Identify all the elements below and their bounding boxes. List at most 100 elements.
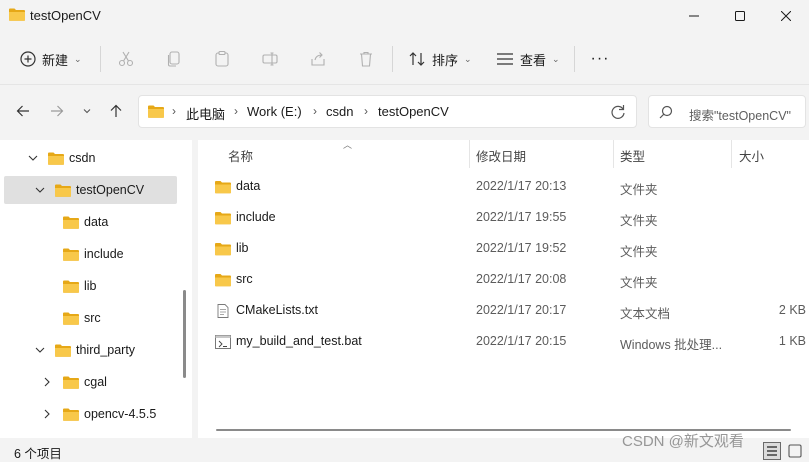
rename-button[interactable] xyxy=(258,47,282,71)
tree-item-testopencv[interactable]: testOpenCV xyxy=(4,176,177,204)
copy-button[interactable] xyxy=(162,47,186,71)
file-size: 1 KB xyxy=(778,334,806,348)
tiles-view-icon xyxy=(788,444,802,458)
command-bar: 新建 ⌄ 排序 ⌄ 查看 ⌄ ··· xyxy=(0,36,809,82)
batch-file-icon xyxy=(215,335,231,349)
navigation-pane: csdn testOpenCV data include lib src thi… xyxy=(0,140,192,438)
recent-locations-button[interactable] xyxy=(74,98,100,124)
file-date: 2022/1/17 20:17 xyxy=(476,303,567,317)
arrow-up-icon xyxy=(110,104,122,117)
divider xyxy=(574,46,575,72)
scissors-icon xyxy=(118,51,134,67)
column-header-size[interactable]: 大小 xyxy=(739,146,764,165)
folder-icon xyxy=(215,243,231,256)
search-icon xyxy=(659,105,673,119)
chevron-down-icon xyxy=(83,109,91,114)
column-header-date[interactable]: 修改日期 xyxy=(476,146,526,165)
share-icon xyxy=(311,52,325,66)
address-bar[interactable]: › 此电脑 › Work (E:) › csdn › testOpenCV xyxy=(138,95,637,128)
search-input[interactable]: 搜索"testOpenCV" xyxy=(648,95,806,128)
file-date: 2022/1/17 19:52 xyxy=(476,241,567,255)
tree-item-label: third_party xyxy=(76,343,136,357)
tree-item-label: csdn xyxy=(69,151,96,165)
chevron-right-icon: › xyxy=(172,104,176,118)
share-button[interactable] xyxy=(306,47,330,71)
folder-icon xyxy=(55,344,71,357)
folder-icon xyxy=(9,8,25,21)
table-row[interactable]: include 2022/1/17 19:55 文件夹 xyxy=(198,203,809,233)
column-header-name[interactable]: 名称 xyxy=(228,146,253,165)
breadcrumb-drive[interactable]: Work (E:) xyxy=(247,104,302,119)
minimize-button[interactable] xyxy=(671,0,717,32)
tree-item-src[interactable]: src xyxy=(4,304,177,332)
file-name: my_build_and_test.bat xyxy=(236,334,362,348)
table-row[interactable]: CMakeLists.txt 2022/1/17 20:17 文本文档 2 KB xyxy=(198,296,809,326)
chevron-down-icon xyxy=(35,347,45,353)
tree-item-lib[interactable]: lib xyxy=(4,272,177,300)
breadcrumb-testopencv[interactable]: testOpenCV xyxy=(378,104,449,119)
plus-circle-icon xyxy=(20,51,36,67)
cut-button[interactable] xyxy=(114,47,138,71)
file-date: 2022/1/17 20:08 xyxy=(476,272,567,286)
text-file-icon xyxy=(217,304,229,318)
tree-scrollbar[interactable] xyxy=(183,290,186,378)
file-size: 2 KB xyxy=(778,303,806,317)
maximize-button[interactable] xyxy=(717,0,763,32)
refresh-icon[interactable] xyxy=(609,103,627,121)
divider xyxy=(392,46,393,72)
up-button[interactable] xyxy=(103,98,129,124)
search-placeholder: 搜索"testOpenCV" xyxy=(689,109,791,123)
paste-button[interactable] xyxy=(210,47,234,71)
column-divider[interactable] xyxy=(731,140,732,168)
window-title: testOpenCV xyxy=(30,8,101,23)
file-name: include xyxy=(236,210,276,224)
tiles-view-button[interactable] xyxy=(786,442,804,460)
close-button[interactable] xyxy=(763,0,809,32)
folder-icon xyxy=(63,376,79,389)
forward-button[interactable] xyxy=(44,98,70,124)
item-count: 6 个项目 xyxy=(14,447,62,461)
tree-item-label: src xyxy=(84,311,101,325)
breadcrumb-this-pc[interactable]: 此电脑 xyxy=(186,104,225,123)
copy-icon xyxy=(167,51,180,67)
chevron-down-icon xyxy=(28,155,38,161)
table-row[interactable]: my_build_and_test.bat 2022/1/17 20:15 Wi… xyxy=(198,327,809,357)
sort-button[interactable]: 排序 ⌄ xyxy=(404,45,476,73)
tree-item-csdn[interactable]: csdn xyxy=(4,144,177,172)
tree-item-third-party[interactable]: third_party xyxy=(4,336,177,364)
file-explorer-window: testOpenCV 新建 ⌄ 排序 ⌄ 查看 ⌄ ··· › 此电脑 › Wo… xyxy=(0,0,809,462)
view-button[interactable]: 查看 ⌄ xyxy=(492,45,564,73)
chevron-down-icon: ⌄ xyxy=(464,53,472,64)
back-button[interactable] xyxy=(10,98,36,124)
view-button-label: 查看 xyxy=(520,52,547,68)
file-type: 文件夹 xyxy=(620,183,658,197)
tree-item-data[interactable]: data xyxy=(4,208,177,236)
chevron-right-icon xyxy=(44,377,50,387)
file-name: data xyxy=(236,179,261,193)
folder-icon xyxy=(63,312,79,325)
details-view-button[interactable] xyxy=(763,442,781,460)
tree-item-label: include xyxy=(84,247,124,261)
column-header-type[interactable]: 类型 xyxy=(620,146,645,165)
file-date: 2022/1/17 19:55 xyxy=(476,210,567,224)
file-type: 文本文档 xyxy=(620,307,671,321)
delete-button[interactable] xyxy=(354,47,378,71)
table-row[interactable]: src 2022/1/17 20:08 文件夹 xyxy=(198,265,809,295)
more-options-button[interactable]: ··· xyxy=(586,45,614,73)
column-divider[interactable] xyxy=(613,140,614,168)
tree-item-include[interactable]: include xyxy=(4,240,177,268)
divider xyxy=(100,46,101,72)
folder-icon xyxy=(63,216,79,229)
file-date: 2022/1/17 20:13 xyxy=(476,179,567,193)
new-button[interactable]: 新建 ⌄ xyxy=(14,45,88,73)
file-name: src xyxy=(236,272,253,286)
file-list: ︿ 名称 修改日期 类型 大小 data 2022/1/17 20:13 文件夹… xyxy=(198,140,809,438)
sort-icon xyxy=(409,52,425,66)
tree-item-opencv[interactable]: opencv-4.5.5 xyxy=(4,400,177,428)
file-type: Windows 批处理... xyxy=(620,338,723,352)
table-row[interactable]: lib 2022/1/17 19:52 文件夹 xyxy=(198,234,809,264)
table-row[interactable]: data 2022/1/17 20:13 文件夹 xyxy=(198,172,809,202)
breadcrumb-csdn[interactable]: csdn xyxy=(326,104,353,119)
tree-item-cgal[interactable]: cgal xyxy=(4,368,177,396)
column-divider[interactable] xyxy=(469,140,470,168)
